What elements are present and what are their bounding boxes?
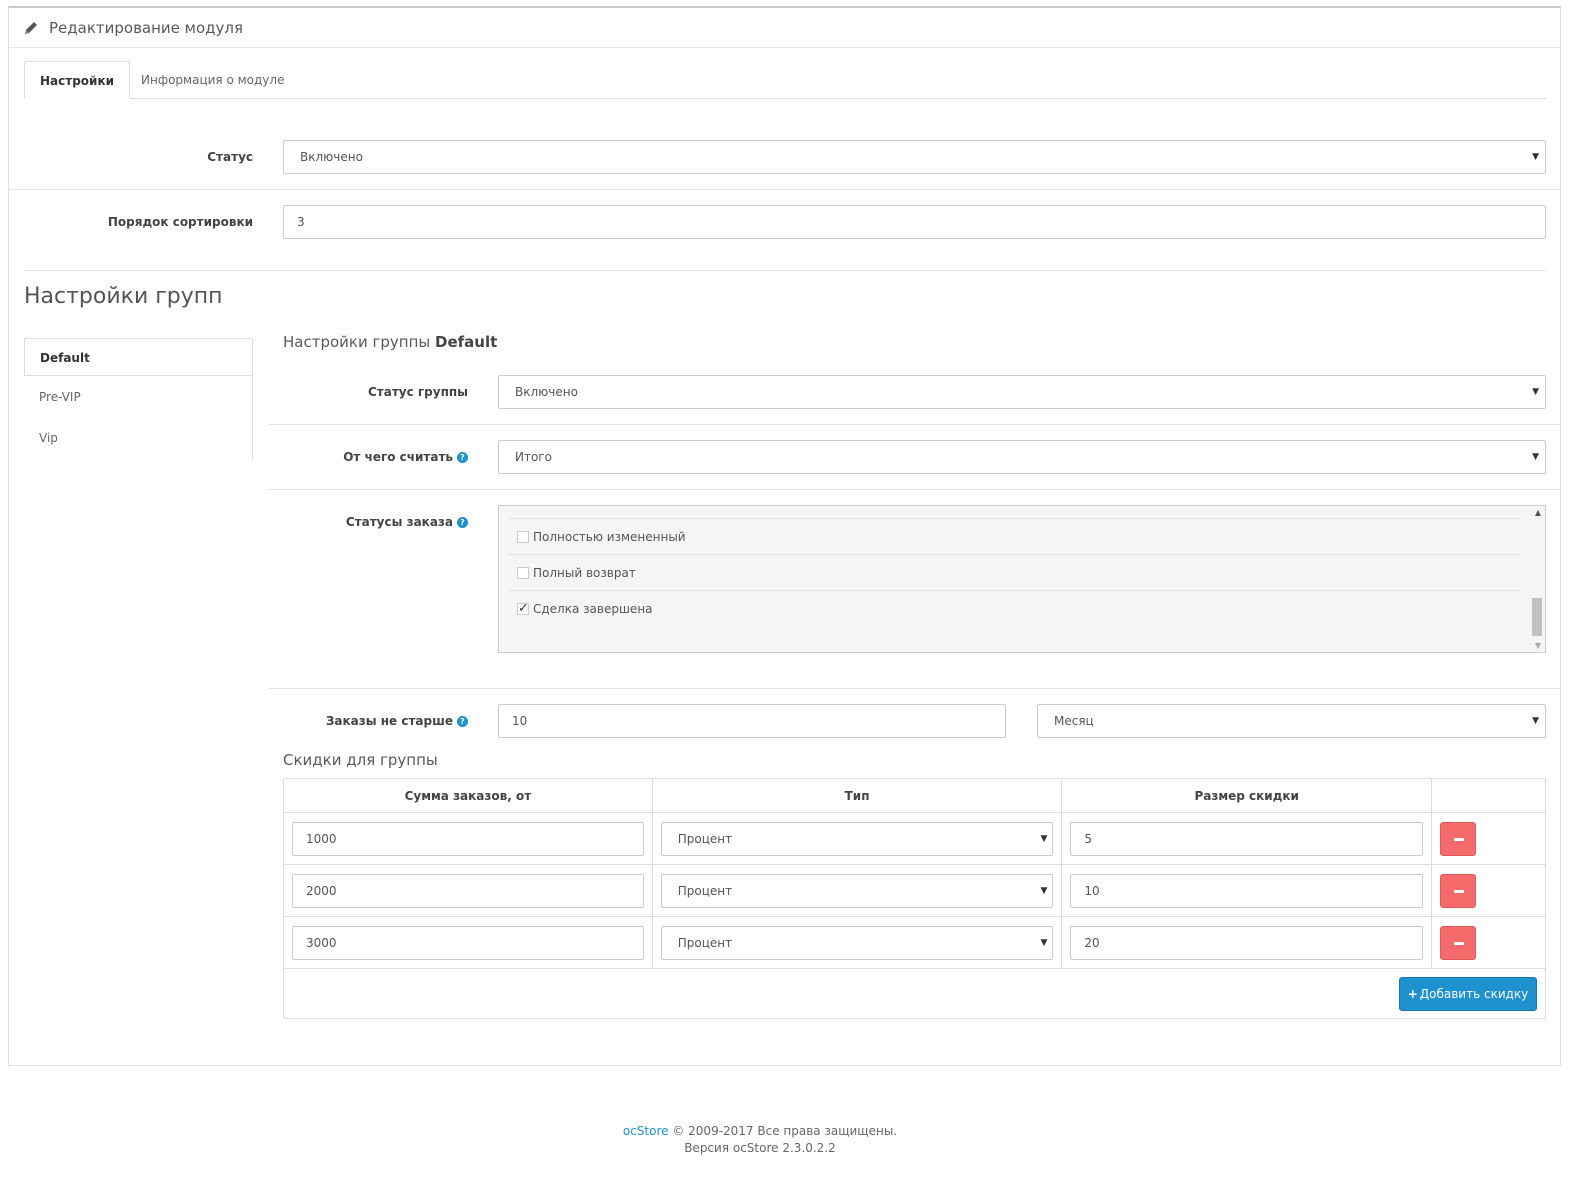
orders-age-label-text: Заказы не старше xyxy=(325,714,453,728)
table-row: 1000 Процент ▼ 5 xyxy=(283,812,1546,865)
orders-age-unit-value: Месяц xyxy=(1054,714,1094,728)
caret-down-icon: ▼ xyxy=(1532,716,1539,726)
footer-version: Версия ocStore 2.3.0.2.2 xyxy=(684,1141,836,1155)
caret-down-icon: ▼ xyxy=(1040,886,1048,896)
discount-size-input[interactable]: 5 xyxy=(1070,822,1424,856)
group-nav-pre-vip[interactable]: Pre-VIP xyxy=(24,378,253,416)
group-nav-border xyxy=(252,338,253,460)
column-header-actions xyxy=(1431,778,1546,813)
group-status-label: Статус группы xyxy=(367,385,468,399)
divider xyxy=(268,688,1560,689)
orders-age-input[interactable]: 10 xyxy=(498,704,1006,738)
group-settings-heading: Настройки группы Default xyxy=(283,333,497,351)
discount-type-select[interactable]: Процент ▼ xyxy=(660,926,1054,960)
discount-amount-input[interactable]: 1000 xyxy=(292,822,644,856)
table-header-row: Сумма заказов, от Тип Размер скидки xyxy=(283,778,1546,813)
group-nav-default[interactable]: Default xyxy=(24,338,253,376)
caret-down-icon: ▼ xyxy=(1532,152,1539,162)
add-discount-label: Добавить скидку xyxy=(1419,987,1529,1001)
tab-settings[interactable]: Настройки xyxy=(24,61,131,99)
discount-type-value: Процент xyxy=(677,832,733,846)
discount-type-select[interactable]: Процент ▼ xyxy=(660,822,1054,856)
order-status-label: Полный возврат xyxy=(533,566,636,580)
order-status-label: Полностью измененный xyxy=(533,530,686,544)
caret-down-icon: ▼ xyxy=(1532,387,1539,397)
tab-module-info[interactable]: Информация о модуле xyxy=(126,61,299,99)
discount-type-value: Процент xyxy=(677,936,733,950)
copyright-text: © 2009-2017 Все права защищены. xyxy=(672,1124,898,1138)
table-row: 3000 Процент ▼ 20 xyxy=(283,916,1546,969)
status-label: Статус xyxy=(207,150,253,164)
plus-icon: + xyxy=(1407,987,1418,1001)
checkbox[interactable] xyxy=(517,531,529,543)
add-discount-button[interactable]: + Добавить скидку xyxy=(1399,977,1537,1011)
table-footer-row: + Добавить скидку xyxy=(283,968,1546,1019)
sort-order-label: Порядок сортировки xyxy=(107,215,253,229)
order-statuses-label-text: Статусы заказа xyxy=(345,515,453,529)
remove-discount-button[interactable] xyxy=(1440,822,1477,856)
group-nav-vip[interactable]: Vip xyxy=(24,419,253,457)
discount-amount-input[interactable]: 2000 xyxy=(292,874,644,908)
scroll-down-arrow-icon[interactable]: ▼ xyxy=(1535,641,1541,650)
brand-link[interactable]: ocStore xyxy=(623,1124,669,1138)
sort-order-input[interactable]: 3 xyxy=(283,205,1546,239)
table-row: 2000 Процент ▼ 10 xyxy=(283,864,1546,917)
discount-type-value: Процент xyxy=(677,884,733,898)
scrollbar[interactable]: ▲ ▼ xyxy=(1529,506,1545,652)
group-settings-heading-name: Default xyxy=(435,333,498,351)
groups-heading: Настройки групп xyxy=(24,284,223,309)
help-icon[interactable]: ? xyxy=(457,716,468,727)
order-status-item[interactable]: Сделка завершена xyxy=(509,590,1519,627)
panel-heading: Редактирование модуля xyxy=(9,8,1560,48)
caret-down-icon: ▼ xyxy=(1040,834,1048,844)
status-select[interactable]: Включено ▼ xyxy=(283,140,1546,174)
order-status-item[interactable]: Полный возврат xyxy=(509,554,1519,590)
order-status-item[interactable]: Полностью измененный xyxy=(509,518,1519,554)
column-header-type: Тип xyxy=(651,778,1063,813)
help-icon[interactable]: ? xyxy=(457,452,468,463)
divider xyxy=(24,270,1546,271)
order-status-label: Сделка завершена xyxy=(533,602,653,616)
group-status-select[interactable]: Включено ▼ xyxy=(498,375,1546,409)
scroll-up-arrow-icon[interactable]: ▲ xyxy=(1535,508,1541,517)
scroll-thumb[interactable] xyxy=(1532,598,1542,636)
divider xyxy=(9,189,1560,190)
orders-age-label: Заказы не старше? xyxy=(268,714,468,728)
discount-amount-input[interactable]: 3000 xyxy=(292,926,644,960)
remove-discount-button[interactable] xyxy=(1440,874,1477,908)
discount-size-input[interactable]: 20 xyxy=(1070,926,1424,960)
discount-type-select[interactable]: Процент ▼ xyxy=(660,874,1054,908)
order-statuses-list[interactable]: Полностью измененный Полный возврат Сдел… xyxy=(498,505,1546,653)
caret-down-icon: ▼ xyxy=(1532,452,1539,462)
divider xyxy=(268,489,1560,490)
footer-copyright: ocStore © 2009-2017 Все права защищены. xyxy=(0,1124,1520,1138)
column-header-amount: Сумма заказов, от xyxy=(283,778,653,813)
caret-down-icon: ▼ xyxy=(1040,938,1048,948)
checkbox[interactable] xyxy=(517,567,529,579)
discount-size-input[interactable]: 10 xyxy=(1070,874,1424,908)
discounts-title: Скидки для группы xyxy=(283,751,438,769)
order-statuses-label: Статусы заказа? xyxy=(268,515,468,529)
help-icon[interactable]: ? xyxy=(457,517,468,528)
calc-from-label-text: От чего считать xyxy=(343,450,453,464)
checkbox-checked[interactable] xyxy=(517,591,529,627)
orders-age-unit-select[interactable]: Месяц ▼ xyxy=(1037,704,1546,738)
group-status-value: Включено xyxy=(515,385,578,399)
calc-from-select[interactable]: Итого ▼ xyxy=(498,440,1546,474)
status-select-value: Включено xyxy=(300,150,363,164)
divider xyxy=(268,424,1560,425)
column-header-size: Размер скидки xyxy=(1061,778,1433,813)
calc-from-label: От чего считать? xyxy=(268,450,468,464)
group-settings-heading-prefix: Настройки группы xyxy=(283,333,431,351)
pencil-icon xyxy=(25,21,37,34)
remove-discount-button[interactable] xyxy=(1440,926,1477,960)
page-title: Редактирование модуля xyxy=(49,18,244,37)
calc-from-value: Итого xyxy=(515,450,552,464)
discounts-table: Сумма заказов, от Тип Размер скидки 1000… xyxy=(283,778,1546,1019)
